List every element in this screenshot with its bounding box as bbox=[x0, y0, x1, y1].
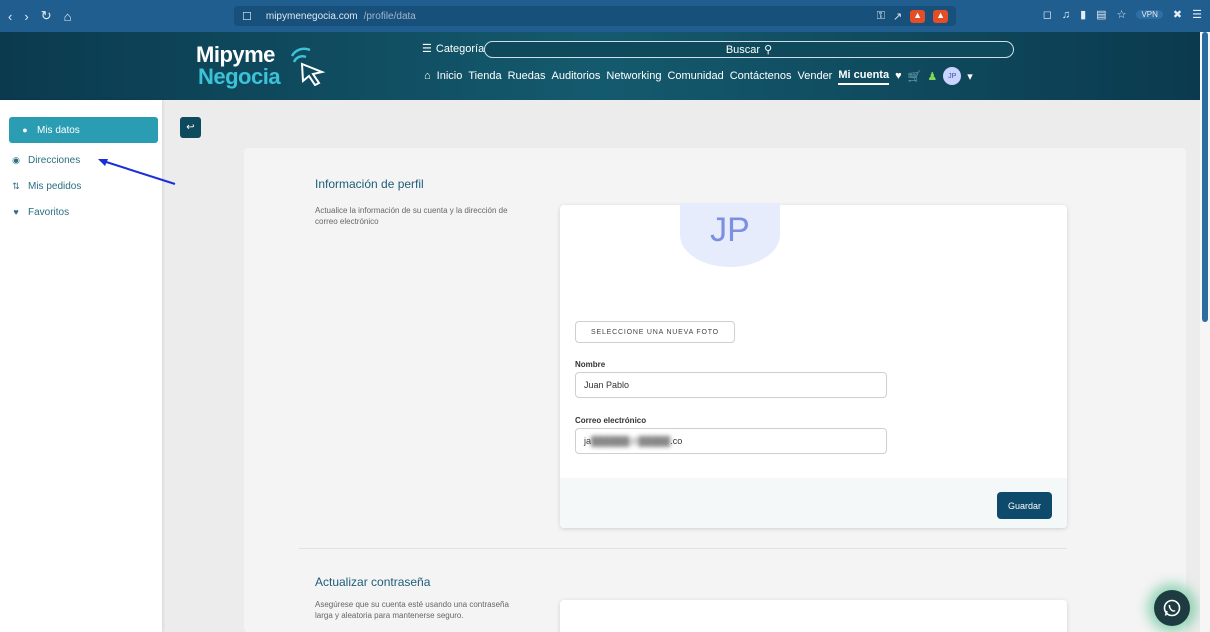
user-icon: ● bbox=[22, 125, 28, 135]
nav-comunidad[interactable]: Comunidad bbox=[667, 68, 723, 84]
profile-avatar: JP bbox=[680, 203, 780, 267]
save-button[interactable]: Guardar bbox=[997, 492, 1052, 519]
home-nav-icon[interactable]: ⌂ bbox=[424, 70, 431, 82]
sidebar-item-label: Mis pedidos bbox=[28, 180, 82, 192]
whatsapp-button[interactable] bbox=[1154, 590, 1190, 626]
forward-arrow-icon[interactable]: › bbox=[24, 9, 28, 24]
email-redacted: ██████@█████ bbox=[591, 436, 671, 446]
categories-button[interactable]: ☰ Categorías bbox=[422, 42, 490, 56]
profile-panel: Información de perfil Actualice la infor… bbox=[244, 148, 1186, 632]
heart-icon[interactable]: ♥ bbox=[895, 70, 902, 82]
search-label: Buscar bbox=[725, 43, 761, 56]
search-input[interactable]: Buscar ⚲ bbox=[484, 41, 1014, 58]
leo-icon[interactable]: ☆ bbox=[1117, 8, 1127, 21]
whatsapp-icon bbox=[1163, 599, 1181, 617]
wallet-icon[interactable]: ▤ bbox=[1096, 8, 1106, 21]
nav-networking[interactable]: Networking bbox=[606, 68, 661, 84]
sort-icon: ⇅ bbox=[12, 180, 20, 191]
search-icon: ⚲ bbox=[764, 44, 773, 56]
site-logo[interactable]: Mipyme Negocia bbox=[196, 42, 331, 94]
logout-button[interactable]: ↩ bbox=[180, 117, 201, 138]
select-photo-button[interactable]: SELECCIONE UNA NUEVA FOTO bbox=[575, 321, 735, 343]
url-site: mipymenegocia.com bbox=[265, 10, 358, 22]
sidebar-item-label: Favoritos bbox=[28, 206, 70, 218]
password-section-title: Actualizar contraseña bbox=[315, 575, 431, 589]
page-scrollbar[interactable] bbox=[1200, 32, 1210, 632]
scrollbar-thumb[interactable] bbox=[1202, 32, 1208, 322]
music-icon[interactable]: ♫ bbox=[1062, 9, 1070, 21]
name-label: Nombre bbox=[575, 360, 606, 369]
nav-vender[interactable]: Vender bbox=[797, 68, 832, 84]
profile-section-title: Información de perfil bbox=[315, 177, 424, 191]
nav-tienda[interactable]: Tienda bbox=[468, 68, 501, 84]
home-icon[interactable]: ⌂ bbox=[64, 9, 72, 24]
heart-icon: ♥ bbox=[13, 207, 19, 217]
email-label: Correo electrónico bbox=[575, 416, 647, 425]
address-bar[interactable]: ☐ mipymenegocia.com/profile/data ⚿ ↗ ▲ ▲ bbox=[234, 6, 956, 26]
annotation-arrow bbox=[98, 159, 176, 185]
sidebar-item-label: Direcciones bbox=[28, 154, 81, 166]
rewards-icon[interactable]: ▲ bbox=[933, 9, 948, 23]
sidebar-item-label: Mis datos bbox=[37, 124, 80, 136]
logo-text-bottom: Negocia bbox=[198, 64, 281, 89]
email-field[interactable]: ja ██████@█████ .co bbox=[575, 428, 887, 454]
key-icon[interactable]: ⚿ bbox=[877, 10, 885, 23]
profile-card: JP SELECCIONE UNA NUEVA FOTO Nombre Juan… bbox=[560, 203, 1067, 528]
email-suffix: .co bbox=[670, 436, 683, 446]
site-header: Mipyme Negocia ☰ Categorías Buscar ⚲ ⌂ I… bbox=[0, 32, 1200, 100]
avatar-initials: JP bbox=[710, 211, 750, 249]
sidebar-item-favoritos[interactable]: ♥ Favoritos bbox=[0, 199, 162, 225]
share-icon[interactable]: ↗ bbox=[893, 10, 902, 23]
url-path: /profile/data bbox=[363, 10, 416, 22]
password-section-description: Asegúrese que su cuenta esté usando una … bbox=[315, 600, 509, 620]
chevron-down-icon[interactable]: ▾ bbox=[967, 70, 973, 83]
vpn-button[interactable]: VPN bbox=[1136, 10, 1163, 19]
user-avatar[interactable]: JP bbox=[943, 67, 962, 85]
name-field[interactable]: Juan Pablo bbox=[575, 372, 887, 398]
password-card bbox=[560, 600, 1067, 632]
sidebar-item-mis-datos[interactable]: ● Mis datos bbox=[9, 117, 158, 143]
menu-icon[interactable]: ☰ bbox=[1192, 8, 1202, 21]
nav-contactenos[interactable]: Contáctenos bbox=[730, 68, 792, 84]
categories-label: Categorías bbox=[435, 42, 490, 55]
bookmark-icon[interactable]: ☐ bbox=[242, 10, 252, 23]
brave-logo-icon[interactable]: ✖ bbox=[1173, 8, 1182, 21]
nav-inicio[interactable]: Inicio bbox=[437, 68, 463, 84]
cursor-wifi-icon bbox=[290, 47, 326, 86]
brave-shield-icon[interactable]: ▲ bbox=[910, 9, 926, 23]
cart-icon[interactable]: 🛒 bbox=[908, 70, 922, 83]
profile-card-footer: Guardar bbox=[560, 478, 1067, 528]
main-nav: ⌂ Inicio Tienda Ruedas Auditorios Networ… bbox=[424, 67, 973, 85]
reload-icon[interactable]: ↻ bbox=[41, 8, 52, 24]
sidebar-icon[interactable]: ▮ bbox=[1080, 8, 1086, 21]
nav-ruedas[interactable]: Ruedas bbox=[508, 68, 546, 84]
community-icon[interactable]: ♟ bbox=[927, 70, 937, 83]
profile-section-description: Actualice la información de su cuenta y … bbox=[315, 206, 508, 226]
sign-out-icon: ↩ bbox=[186, 122, 195, 133]
extensions-icon[interactable]: ◻ bbox=[1043, 8, 1052, 21]
hamburger-icon: ☰ bbox=[422, 43, 432, 55]
browser-toolbar: ‹ › ↻ ⌂ ☐ mipymenegocia.com/profile/data… bbox=[0, 0, 1210, 32]
section-divider bbox=[299, 548, 1067, 549]
email-prefix: ja bbox=[584, 436, 592, 446]
back-arrow-icon[interactable]: ‹ bbox=[8, 9, 12, 24]
map-pin-icon: ◉ bbox=[12, 154, 20, 165]
nav-auditorios[interactable]: Auditorios bbox=[552, 68, 601, 84]
nav-mi-cuenta[interactable]: Mi cuenta bbox=[838, 67, 890, 85]
